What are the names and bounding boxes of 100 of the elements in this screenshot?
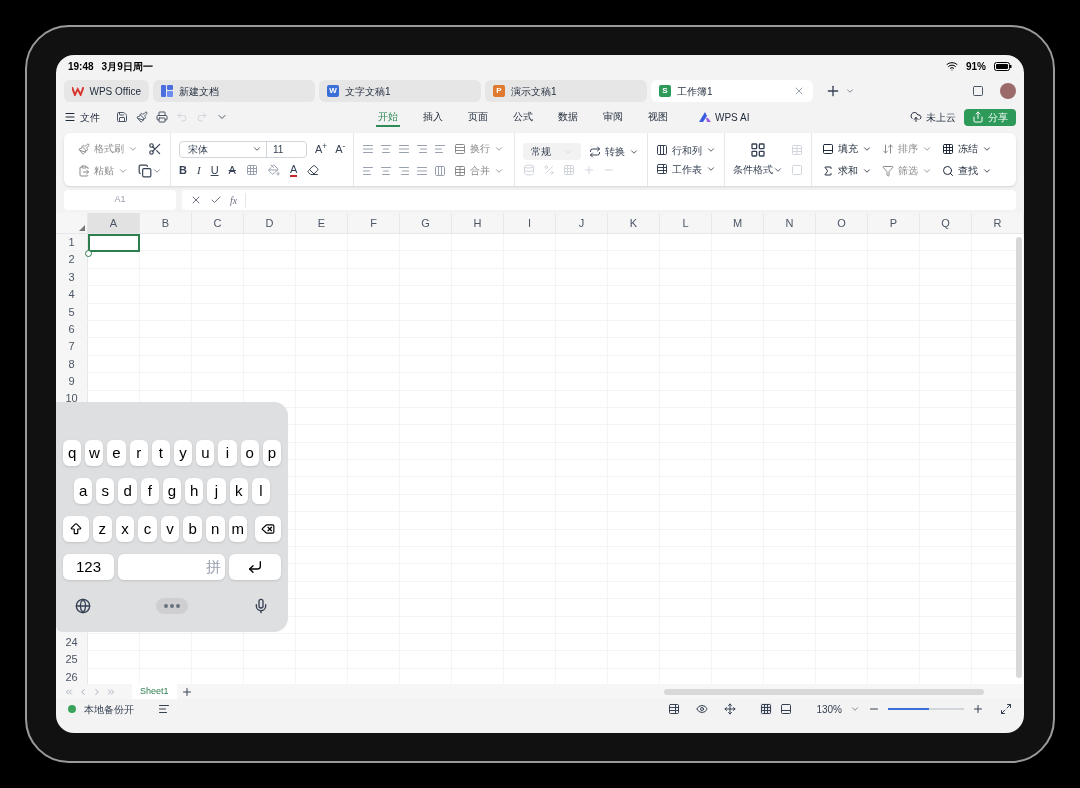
row-header[interactable]: 2 [56, 251, 88, 268]
keyboard-key[interactable]: w [85, 440, 104, 466]
increase-decimal-icon[interactable] [583, 164, 596, 176]
return-key[interactable] [229, 554, 281, 580]
column-header[interactable]: P [868, 213, 920, 233]
distribute-icon[interactable] [434, 164, 447, 177]
column-header[interactable]: B [140, 213, 192, 233]
fill-color-icon[interactable] [267, 164, 280, 176]
column-header[interactable]: I [504, 213, 556, 233]
column-header[interactable]: C [192, 213, 244, 233]
column-header[interactable]: H [452, 213, 504, 233]
row-header[interactable]: 7 [56, 338, 88, 355]
text-style-button[interactable]: I [196, 161, 201, 179]
align-icon[interactable] [398, 164, 411, 177]
add-sheet-icon[interactable] [180, 685, 193, 698]
previous-sheet-icon[interactable] [78, 686, 88, 697]
column-header[interactable]: N [764, 213, 816, 233]
font-select[interactable]: 宋体 11 [179, 140, 307, 158]
document-tab[interactable]: WPS Office [64, 80, 149, 102]
avatar[interactable] [1000, 83, 1016, 99]
keyboard-key[interactable]: t [151, 440, 170, 466]
keyboard-key[interactable]: c [138, 516, 157, 542]
backup-status[interactable]: 本地备份开 [84, 701, 134, 717]
keyboard-key[interactable]: y [174, 440, 193, 466]
keyboard-key[interactable]: r [129, 440, 148, 466]
keyboard-key[interactable]: e [107, 440, 126, 466]
keyboard-key[interactable]: z [93, 516, 112, 542]
next-sheet-icon[interactable] [92, 686, 102, 697]
cancel-icon[interactable] [190, 194, 202, 206]
document-tab[interactable]: P 演示文稿1 [485, 80, 647, 102]
cell-style-icon[interactable] [791, 163, 804, 176]
rows-columns-button[interactable]: 行和列 [656, 142, 717, 158]
keyboard-key[interactable]: x [115, 516, 135, 542]
increase-font-button[interactable]: A$^{+}$ [315, 141, 328, 158]
decrease-font-button[interactable]: A$^{-}$ [335, 141, 346, 158]
eye-icon[interactable] [696, 703, 709, 715]
select-all-icon[interactable] [79, 225, 85, 231]
confirm-icon[interactable] [210, 194, 222, 206]
horizontal-scrollbar[interactable] [664, 688, 984, 695]
keyboard-key[interactable]: s [96, 478, 115, 504]
ribbon-tab[interactable]: 审阅 [601, 107, 625, 127]
globe-icon[interactable] [75, 598, 91, 614]
ribbon-tab[interactable]: 开始 [376, 107, 400, 127]
keyboard-key[interactable]: a [74, 478, 93, 504]
align-icon[interactable] [380, 142, 393, 155]
keyboard-key[interactable]: p [262, 440, 282, 466]
move-icon[interactable] [724, 703, 737, 715]
ribbon-tab[interactable]: 公式 [511, 107, 535, 127]
ribbon-tab[interactable]: 页面 [466, 107, 490, 127]
page-view-icon[interactable] [780, 703, 793, 715]
keyboard-key[interactable]: d [118, 478, 137, 504]
borders-icon[interactable] [245, 164, 258, 176]
text-style-button[interactable]: U [210, 161, 219, 179]
percent-icon[interactable] [543, 164, 556, 176]
text-style-button[interactable]: B [179, 161, 187, 179]
align-icon[interactable] [362, 164, 375, 177]
keyboard-key[interactable]: h [185, 478, 204, 504]
row-header[interactable]: 25 [56, 651, 88, 668]
currency-icon[interactable] [523, 164, 536, 176]
column-header[interactable]: K [608, 213, 660, 233]
row-header[interactable]: 1 [56, 234, 88, 251]
align-icon[interactable] [416, 164, 429, 177]
keyboard-key[interactable]: g [162, 478, 182, 504]
column-header[interactable]: J [556, 213, 608, 233]
print-icon[interactable] [156, 111, 168, 123]
align-icon[interactable] [398, 142, 411, 155]
number-format-select[interactable]: 常规 [523, 143, 582, 160]
brush-icon[interactable] [136, 111, 148, 123]
windows-icon[interactable] [972, 85, 984, 97]
normal-view-icon[interactable] [760, 703, 773, 715]
fullscreen-icon[interactable] [1000, 703, 1012, 715]
zoom-in-icon[interactable] [972, 703, 984, 715]
freeze-button[interactable]: 冻结 [940, 139, 995, 158]
cut-icon[interactable] [148, 141, 162, 156]
align-icon[interactable] [380, 164, 393, 177]
fill-handle[interactable] [85, 250, 92, 257]
share-button[interactable]: 分享 [964, 108, 1016, 126]
wps-ai-button[interactable]: WPS AI [699, 109, 750, 125]
eraser-icon[interactable] [307, 164, 320, 176]
redo-icon[interactable] [196, 111, 208, 123]
shift-key[interactable] [63, 516, 89, 542]
column-header[interactable]: R [972, 213, 1024, 233]
sum-button[interactable]: 求和 [820, 161, 875, 180]
delete-key[interactable] [255, 516, 281, 542]
column-header[interactable]: G [400, 213, 452, 233]
list-icon[interactable] [158, 703, 170, 715]
row-header[interactable]: 9 [56, 373, 88, 390]
new-tab-icon[interactable] [825, 83, 841, 99]
sheet-tab[interactable]: Sheet1 [132, 684, 177, 699]
keyboard-key[interactable]: m [228, 516, 248, 542]
keyboard-key[interactable]: l [251, 478, 270, 504]
cloud-button[interactable]: 未上云 [910, 109, 956, 125]
formula-field[interactable]: fx [182, 190, 1016, 210]
zoom-level[interactable]: 130% [816, 701, 842, 717]
selected-cell[interactable] [88, 234, 140, 252]
table-icon[interactable] [668, 703, 681, 715]
vertical-scrollbar[interactable] [1016, 237, 1022, 678]
column-header[interactable]: E [296, 213, 348, 233]
keyboard-handle[interactable] [156, 598, 188, 614]
keyboard-key[interactable]: q [63, 440, 82, 466]
